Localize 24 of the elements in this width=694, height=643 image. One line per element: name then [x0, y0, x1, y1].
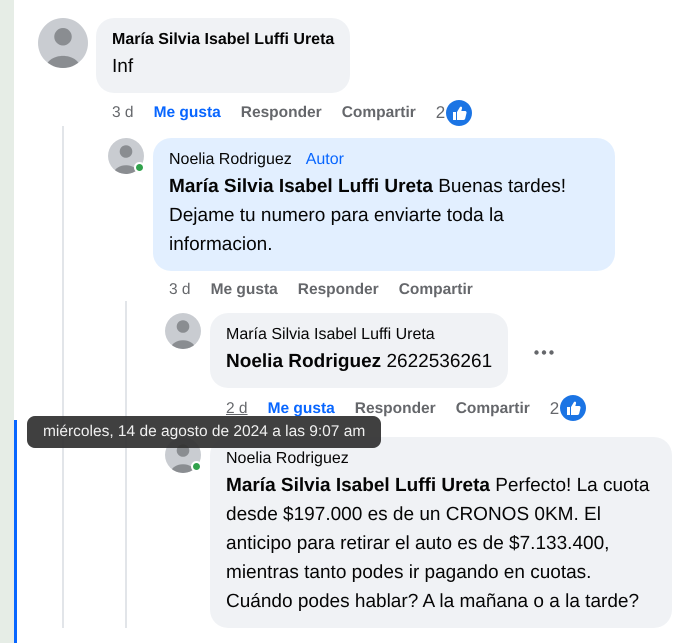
like-button[interactable]: Me gusta — [210, 278, 278, 302]
comment-text: Noelia Rodriguez 2622536261 — [226, 350, 492, 374]
author-name[interactable]: María Silvia Isabel Luffi Ureta — [226, 323, 435, 348]
author-label: Autor — [306, 150, 344, 170]
reaction-count: 2 — [550, 398, 560, 420]
reply-button[interactable]: Responder — [298, 278, 379, 302]
comment-text: María Silvia Isabel Luffi Ureta Buenas tardes! Dejame tu numero para enviarte toda la informacion. — [169, 175, 568, 257]
timestamp-tooltip: miércoles, 14 de agosto de 2024 a las 9:07 am — [27, 416, 382, 448]
share-button[interactable]: Compartir — [342, 101, 416, 125]
reaction-count: 2 — [436, 102, 446, 124]
author-name[interactable]: Noelia Rodriguez — [169, 148, 292, 172]
share-button[interactable]: Compartir — [456, 396, 530, 420]
timestamp-link[interactable]: 3 d — [169, 278, 191, 302]
like-icon — [560, 395, 586, 422]
author-name[interactable]: María Silvia Isabel Luffi Ureta — [112, 28, 334, 52]
author-name[interactable]: Noelia Rodriguez — [226, 447, 349, 472]
reply-button[interactable]: Responder — [240, 101, 322, 125]
timestamp-link[interactable]: 3 d — [112, 101, 134, 125]
like-button[interactable]: Me gusta — [154, 101, 221, 125]
comment-text: María Silvia Isabel Luffi Ureta Perfecto! La cuota desde $197.000 es de un CRONOS 0KM. El anticipo para retirar el auto es de $7.133.400, mientras tanto podes ir pagando en cuotas. Cuándo podes hablar? A la mañana o a la tarde? — [226, 474, 650, 614]
share-button[interactable]: Compartir — [398, 278, 473, 302]
comment-text: Inf — [112, 55, 134, 79]
more-options-icon[interactable] — [534, 350, 554, 354]
like-icon — [446, 100, 472, 126]
